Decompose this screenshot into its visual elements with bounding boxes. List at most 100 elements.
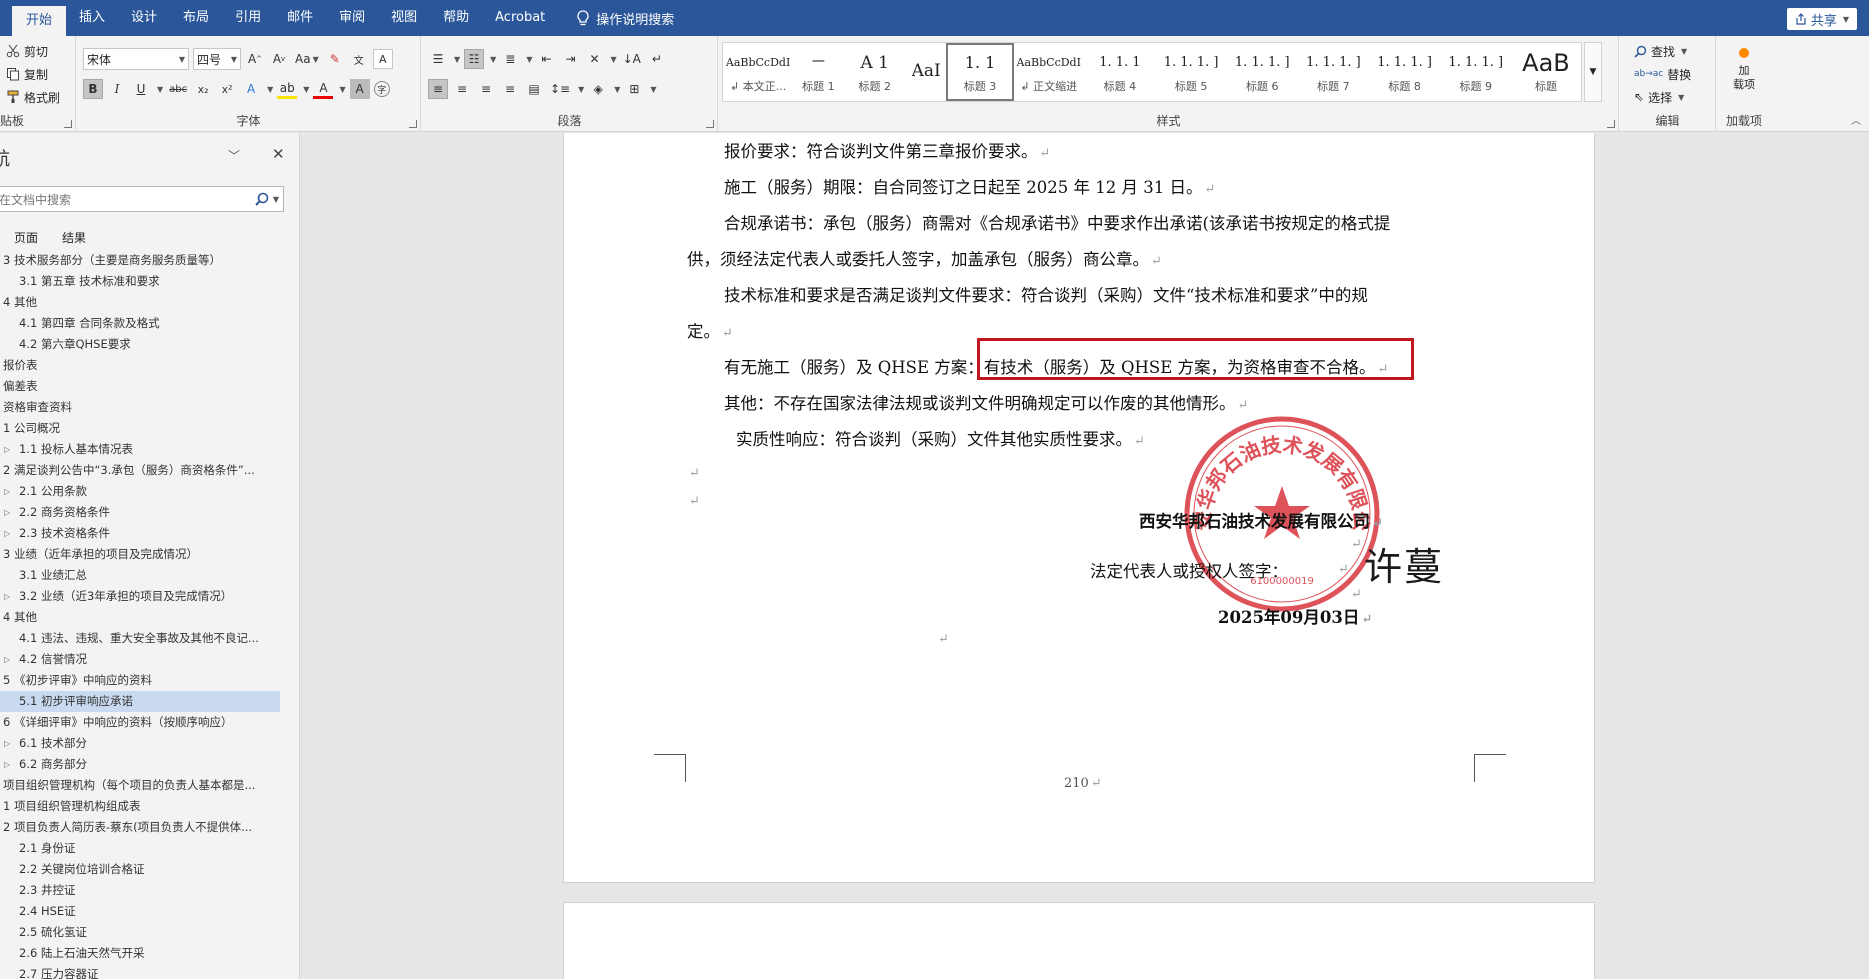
nav-tab-pages[interactable]: 页面 bbox=[14, 229, 38, 246]
tab-insert[interactable]: 插入 bbox=[66, 0, 118, 36]
font-size-combo[interactable]: 四号 ▼ bbox=[193, 48, 241, 70]
copy-button[interactable]: 复制 bbox=[6, 63, 48, 85]
align-right-icon[interactable]: ≡ bbox=[476, 79, 496, 99]
expand-caret-icon[interactable]: ▷ bbox=[4, 481, 10, 502]
clear-formatting-icon[interactable]: ✎ bbox=[325, 49, 345, 69]
tab-layout[interactable]: 布局 bbox=[170, 0, 222, 36]
tell-me-search[interactable]: 操作说明搜索 bbox=[576, 9, 674, 28]
tab-mailings[interactable]: 邮件 bbox=[274, 0, 326, 36]
paragraph-launcher-icon[interactable] bbox=[706, 120, 714, 128]
nav-heading-item[interactable]: 3.1 业绩汇总 bbox=[0, 565, 280, 586]
italic-icon[interactable]: I bbox=[107, 79, 127, 99]
close-icon[interactable]: ✕ bbox=[272, 145, 285, 163]
nav-heading-item[interactable]: 项目组织管理机构（每个项目的负责人基本都是... bbox=[0, 775, 280, 796]
nav-heading-item[interactable]: 2.3 井控证 bbox=[0, 880, 280, 901]
document-area[interactable]: 报价要求：符合谈判文件第三章报价要求。 ↵ 施工（服务）期限：自合同签订之日起至 … bbox=[301, 133, 1869, 979]
style-tile[interactable]: AaI bbox=[907, 43, 947, 101]
tab-home[interactable]: 开始 bbox=[12, 6, 67, 36]
style-tile[interactable]: AaB 标题 bbox=[1512, 43, 1581, 101]
change-case-button[interactable]: Aa ▼ bbox=[293, 49, 321, 69]
chinese-layout-icon[interactable]: ✕ bbox=[584, 49, 604, 69]
align-center-icon[interactable]: ≡ bbox=[452, 79, 472, 99]
nav-heading-item[interactable]: 2.7 压力容器证 bbox=[0, 964, 280, 979]
expand-caret-icon[interactable]: ▷ bbox=[4, 523, 10, 544]
sort-icon[interactable]: ↓A bbox=[621, 49, 643, 69]
nav-heading-item[interactable]: ▷ 4.2 信誉情况 bbox=[0, 649, 280, 670]
nav-heading-item[interactable]: 偏差表 bbox=[0, 376, 280, 397]
borders-icon[interactable]: ⊞ bbox=[624, 79, 644, 99]
share-button[interactable]: 共享 ▼ bbox=[1786, 8, 1857, 30]
style-tile[interactable]: AaBbCcDdI ↲ 本文正... bbox=[723, 43, 794, 101]
nav-heading-item[interactable]: 4 其他 bbox=[0, 607, 280, 628]
nav-heading-item[interactable]: 报价表 bbox=[0, 355, 280, 376]
style-tile[interactable]: 1. 1. 1 标题 4 bbox=[1085, 43, 1156, 101]
bold-icon[interactable]: B bbox=[83, 79, 103, 99]
numbering-icon[interactable]: ☷ bbox=[464, 49, 485, 69]
tab-help[interactable]: 帮助 bbox=[430, 0, 482, 36]
nav-heading-item[interactable]: ▷ 2.3 技术资格条件 bbox=[0, 523, 280, 544]
superscript-icon[interactable]: x² bbox=[217, 79, 237, 99]
nav-heading-item[interactable]: 资格审查资料 bbox=[0, 397, 280, 418]
phonetic-guide-icon[interactable]: 文 bbox=[349, 49, 369, 69]
nav-heading-item[interactable]: 3 业绩（近年承担的项目及完成情况） bbox=[0, 544, 280, 565]
expand-caret-icon[interactable]: ▷ bbox=[4, 586, 10, 607]
document-page[interactable]: 报价要求：符合谈判文件第三章报价要求。 ↵ 施工（服务）期限：自合同签订之日起至 … bbox=[563, 133, 1595, 883]
shrink-font-icon[interactable]: Av bbox=[269, 49, 289, 69]
nav-heading-item[interactable]: 4.1 违法、违规、重大安全事故及其他不良记... bbox=[0, 628, 280, 649]
nav-heading-item[interactable]: 4.2 第六章QHSE要求 bbox=[0, 334, 280, 355]
nav-heading-item[interactable]: 1 项目组织管理机构组成表 bbox=[0, 796, 280, 817]
addins-button[interactable]: 加 载项 bbox=[1732, 42, 1756, 102]
nav-heading-item[interactable]: ▷ 6.2 商务部分 bbox=[0, 754, 280, 775]
nav-heading-item[interactable]: 2.2 关键岗位培训合格证 bbox=[0, 859, 280, 880]
nav-search-input[interactable]: 在文档中搜索 ▼ bbox=[0, 186, 284, 212]
style-tile[interactable]: AaBbCcDdI ↲ 正文缩进 bbox=[1014, 43, 1085, 101]
nav-heading-item[interactable]: ▷ 2.1 公用条款 bbox=[0, 481, 280, 502]
highlight-color-icon[interactable]: ab bbox=[277, 79, 298, 99]
style-tile[interactable]: 一标题 1 bbox=[794, 43, 843, 101]
shading-icon[interactable]: ◈ bbox=[588, 79, 608, 99]
next-document-page[interactable] bbox=[563, 902, 1595, 979]
style-tile[interactable]: 1. 1. 1. ] 标题 5 bbox=[1156, 43, 1227, 101]
nav-heading-item[interactable]: 6 《详细评审》中响应的资料（按顺序响应） bbox=[0, 712, 280, 733]
clipboard-launcher-icon[interactable] bbox=[64, 120, 72, 128]
style-tile[interactable]: 1. 1. 1. ] 标题 9 bbox=[1441, 43, 1512, 101]
nav-heading-item[interactable]: 2.6 陆上石油天然气开采 bbox=[0, 943, 280, 964]
font-name-combo[interactable]: 宋体 ▼ bbox=[83, 48, 189, 70]
nav-heading-item[interactable]: 4 其他 bbox=[0, 292, 280, 313]
replace-button[interactable]: ab→ac 替换 bbox=[1634, 63, 1691, 85]
nav-heading-item[interactable]: 2 项目负责人简历表-蔡东(项目负责人不提供体... bbox=[0, 817, 280, 838]
character-border-icon[interactable]: A bbox=[372, 49, 393, 69]
subscript-icon[interactable]: x₂ bbox=[193, 79, 213, 99]
bullets-icon[interactable]: ☰ bbox=[428, 49, 448, 69]
tab-references[interactable]: 引用 bbox=[222, 0, 274, 36]
expand-caret-icon[interactable]: ▷ bbox=[4, 733, 10, 754]
tab-review[interactable]: 审阅 bbox=[326, 0, 378, 36]
enclose-characters-icon[interactable]: 字 bbox=[373, 81, 390, 97]
nav-heading-item[interactable]: 2.1 身份证 bbox=[0, 838, 280, 859]
align-left-icon[interactable]: ≡ bbox=[428, 79, 448, 99]
text-effects-icon[interactable]: A bbox=[241, 79, 261, 99]
nav-options-chevron-icon[interactable]: ﹀ bbox=[228, 147, 240, 164]
style-tile[interactable]: A 1 标题 2 bbox=[844, 43, 907, 101]
increase-indent-icon[interactable]: ⇥ bbox=[560, 49, 580, 69]
multilevel-list-icon[interactable]: ≣ bbox=[500, 49, 520, 69]
expand-caret-icon[interactable]: ▷ bbox=[4, 502, 10, 523]
find-button[interactable]: 查找 ▼ bbox=[1634, 40, 1687, 62]
underline-icon[interactable]: U bbox=[131, 79, 151, 99]
collapse-ribbon-icon[interactable]: ︿ bbox=[1851, 112, 1861, 127]
nav-heading-item[interactable]: ▷ 2.2 商务资格条件 bbox=[0, 502, 280, 523]
nav-heading-selected[interactable]: 5.1 初步评审响应承诺 bbox=[0, 691, 280, 712]
style-tile[interactable]: 1. 1. 1. ] 标题 6 bbox=[1227, 43, 1298, 101]
styles-gallery-more-button[interactable]: ▼ bbox=[1584, 42, 1602, 102]
search-button[interactable]: ▼ bbox=[255, 192, 279, 206]
nav-heading-item[interactable]: 4.1 第四章 合同条款及格式 bbox=[0, 313, 280, 334]
style-tile[interactable]: 1. 1. 1. ] 标题 8 bbox=[1370, 43, 1441, 101]
nav-heading-item[interactable]: 3 技术服务部分（主要是商务服务质量等） bbox=[0, 250, 280, 271]
distributed-icon[interactable]: ▤ bbox=[524, 79, 544, 99]
style-tile-selected[interactable]: 1. 1 标题 3 bbox=[946, 43, 1014, 101]
expand-caret-icon[interactable]: ▷ bbox=[4, 649, 10, 670]
select-button[interactable]: ⇖ 选择 ▼ bbox=[1634, 86, 1684, 108]
nav-heading-item[interactable]: 2.5 硫化氢证 bbox=[0, 922, 280, 943]
format-painter-button[interactable]: 格式刷 bbox=[6, 86, 60, 108]
font-color-icon[interactable]: A bbox=[313, 79, 334, 99]
